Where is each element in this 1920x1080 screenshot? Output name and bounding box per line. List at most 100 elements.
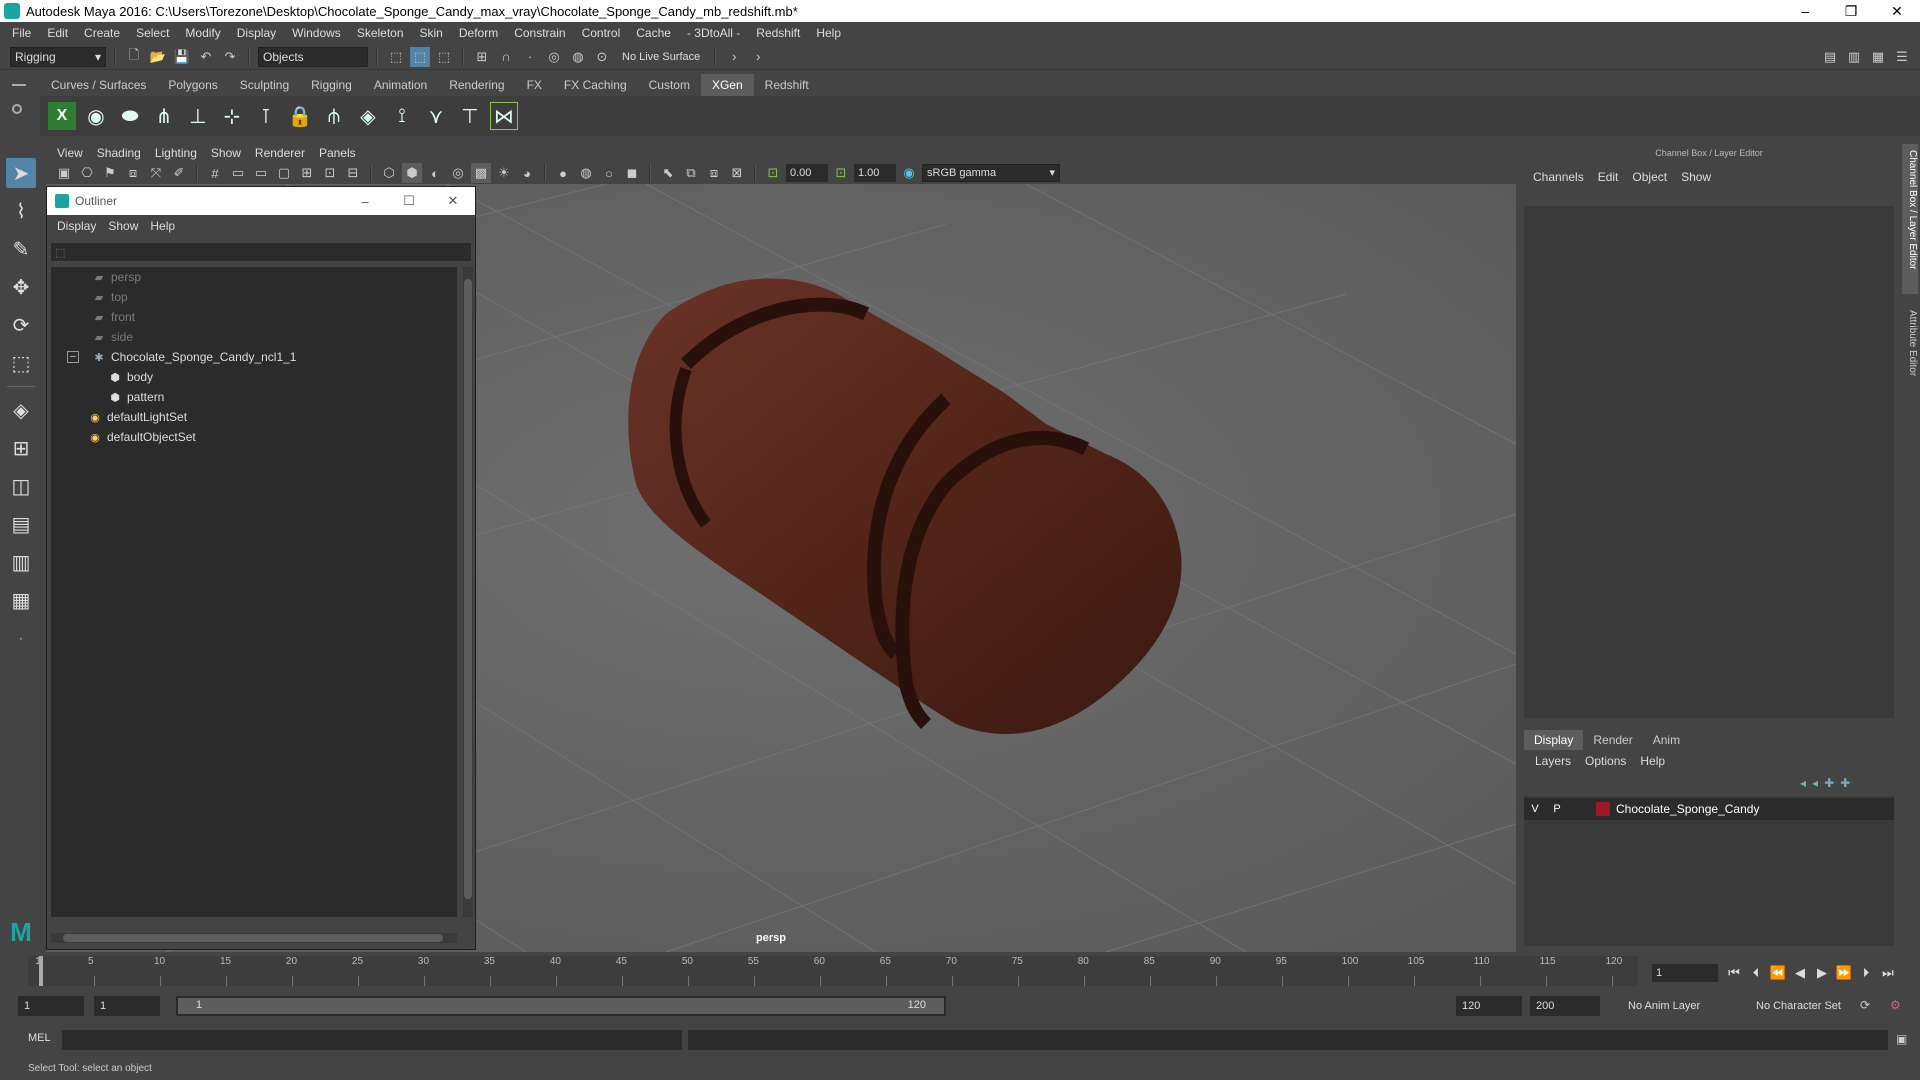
vp-menu-shading[interactable]: Shading (90, 146, 148, 160)
shelf-tab-animation[interactable]: Animation (362, 74, 439, 96)
xgen-sculpt-guide-icon[interactable]: ⊹ (218, 102, 246, 130)
layer-row[interactable]: V P Chocolate_Sponge_Candy (1524, 798, 1894, 820)
outliner-menu-display[interactable]: Display (51, 219, 102, 233)
xray-joints-icon[interactable]: ⧈ (704, 163, 724, 183)
2d-pan-icon[interactable]: ⤧ (146, 163, 166, 183)
xgen-bend-icon[interactable]: ⟟ (388, 102, 416, 130)
redo-icon[interactable]: ↷ (220, 47, 240, 67)
gamma-field[interactable]: 1.00 (854, 164, 896, 182)
side-tab-channel-box[interactable]: Channel Box / Layer Editor (1902, 144, 1918, 294)
step-back-frame-icon[interactable]: ⏴ (1748, 964, 1764, 982)
new-layer-icon[interactable]: ✚ (1824, 776, 1834, 790)
more-layouts-icon[interactable]: · (6, 623, 36, 653)
layer-playback-toggle[interactable]: P (1546, 803, 1568, 815)
side-by-side-icon[interactable]: ◫ (6, 471, 36, 501)
cb-menu-object[interactable]: Object (1625, 170, 1674, 184)
collapse-toggle-icon[interactable]: – (67, 351, 79, 363)
outliner-vertical-scrollbar[interactable] (463, 267, 473, 917)
go-to-start-icon[interactable]: ⏮ (1726, 964, 1742, 982)
snap-live-icon[interactable]: ⊙ (592, 47, 612, 67)
xgen-editor-icon[interactable]: X (48, 102, 76, 130)
xgen-layer-icon[interactable]: ◈ (354, 102, 382, 130)
minimize-button[interactable]: – (1782, 3, 1828, 19)
menu-select[interactable]: Select (128, 22, 177, 44)
xgen-create-icon[interactable]: ⬬ (116, 102, 144, 130)
depth-of-field-icon[interactable]: ◼ (622, 163, 642, 183)
layer-menu-layers[interactable]: Layers (1528, 754, 1578, 772)
xgen-preview-icon[interactable]: ◉ (82, 102, 110, 130)
play-forwards-icon[interactable]: ▶ (1814, 964, 1830, 982)
outliner-title-bar[interactable]: Outliner – ☐ ✕ (47, 187, 475, 215)
hypershade-persp-icon[interactable]: ▦ (6, 585, 36, 615)
outliner-minimize-button[interactable]: – (343, 194, 387, 209)
resolution-gate-icon[interactable]: ▭ (251, 163, 271, 183)
single-view-icon[interactable]: ◈ (6, 395, 36, 425)
outliner-horizontal-scrollbar[interactable] (51, 933, 457, 943)
render-icon[interactable]: › (748, 47, 768, 67)
menu-deform[interactable]: Deform (451, 22, 506, 44)
shelf-tab-rigging[interactable]: Rigging (300, 74, 363, 96)
view-transform-dropdown[interactable]: sRGB gamma ▾ (922, 164, 1060, 182)
xray-icon[interactable]: ⧉ (681, 163, 701, 183)
anim-layer-dropdown[interactable]: No Anim Layer (1622, 996, 1742, 1016)
snap-point-icon[interactable]: ∙ (520, 47, 540, 67)
shelf-tab-xgen[interactable]: XGen (700, 74, 754, 96)
move-tool-icon[interactable]: ✥ (6, 272, 36, 302)
auto-key-icon[interactable]: ⟳ (1860, 998, 1870, 1012)
default-material-icon[interactable]: ◐ (425, 163, 445, 183)
menu-help[interactable]: Help (808, 22, 849, 44)
image-plane-icon[interactable]: ⧈ (123, 163, 143, 183)
cb-menu-edit[interactable]: Edit (1591, 170, 1626, 184)
grid-icon[interactable]: # (205, 163, 225, 183)
layer-menu-help[interactable]: Help (1633, 754, 1672, 772)
shelf-tab-rendering[interactable]: Rendering (438, 74, 516, 96)
menu-3dtoall[interactable]: - 3DtoAll - (679, 22, 748, 44)
use-all-lights-icon[interactable]: ☀ (494, 163, 514, 183)
gate-mask-icon[interactable]: ▢ (274, 163, 294, 183)
safe-title-icon[interactable]: ⊟ (343, 163, 363, 183)
layer-color-swatch[interactable] (1596, 802, 1610, 816)
shelf-tab-fx[interactable]: FX (515, 74, 553, 96)
outliner-item[interactable]: ▰ top (51, 287, 457, 307)
menuset-dropdown[interactable]: Rigging ▾ (10, 46, 106, 67)
outliner-menu-show[interactable]: Show (102, 219, 144, 233)
range-bar-fill[interactable] (178, 998, 944, 1014)
camera-attr-icon[interactable]: ⎔ (77, 163, 97, 183)
outliner-close-button[interactable]: ✕ (431, 193, 475, 209)
field-chart-icon[interactable]: ⊞ (297, 163, 317, 183)
smooth-shade-icon[interactable]: ⬢ (402, 163, 422, 183)
layer-tab-render[interactable]: Render (1583, 730, 1642, 750)
menu-edit[interactable]: Edit (39, 22, 76, 44)
shelf-tab-custom[interactable]: Custom (637, 74, 701, 96)
outliner-item[interactable]: ◉ defaultObjectSet (51, 427, 457, 447)
go-to-end-icon[interactable]: ⏭ (1880, 964, 1896, 982)
step-forward-frame-icon[interactable]: ⏵ (1858, 964, 1874, 982)
animation-end-field[interactable]: 200 (1530, 996, 1600, 1016)
outliner-item[interactable]: ⬢ body (51, 367, 457, 387)
scroll-thumb[interactable] (63, 934, 443, 942)
cb-menu-show[interactable]: Show (1674, 170, 1718, 184)
script-editor-icon[interactable]: ▣ (1896, 1032, 1907, 1046)
menu-cache[interactable]: Cache (628, 22, 679, 44)
shelf-tab-polygons[interactable]: Polygons (157, 74, 229, 96)
wireframe-on-shaded-icon[interactable]: ◎ (448, 163, 468, 183)
menu-create[interactable]: Create (76, 22, 128, 44)
outliner-persp-icon[interactable]: ▤ (6, 509, 36, 539)
channel-box-area[interactable] (1524, 206, 1894, 718)
select-tool-icon[interactable]: ➤ (6, 158, 36, 188)
move-layer-down-icon[interactable]: ◂ (1812, 776, 1818, 790)
side-tab-attribute-editor[interactable]: Attribute Editor (1902, 304, 1918, 404)
shelf-tab-sculpting[interactable]: Sculpting (228, 74, 301, 96)
snap-grid-icon[interactable]: ⊞ (472, 47, 492, 67)
xgen-toggle-icon[interactable]: ⋈ (490, 102, 518, 130)
menu-skeleton[interactable]: Skeleton (349, 22, 412, 44)
command-input[interactable] (62, 1030, 682, 1050)
shelf-settings-icon[interactable] (12, 104, 22, 114)
exposure-field[interactable]: 0.00 (786, 164, 828, 182)
open-scene-icon[interactable]: 📂 (148, 47, 168, 67)
menu-redshift[interactable]: Redshift (748, 22, 808, 44)
vp-menu-renderer[interactable]: Renderer (248, 146, 312, 160)
shadows-icon[interactable]: ◕ (517, 163, 537, 183)
select-hierarchy-icon[interactable]: ⬚ (386, 47, 406, 67)
playback-end-field[interactable]: 120 (1456, 996, 1522, 1016)
